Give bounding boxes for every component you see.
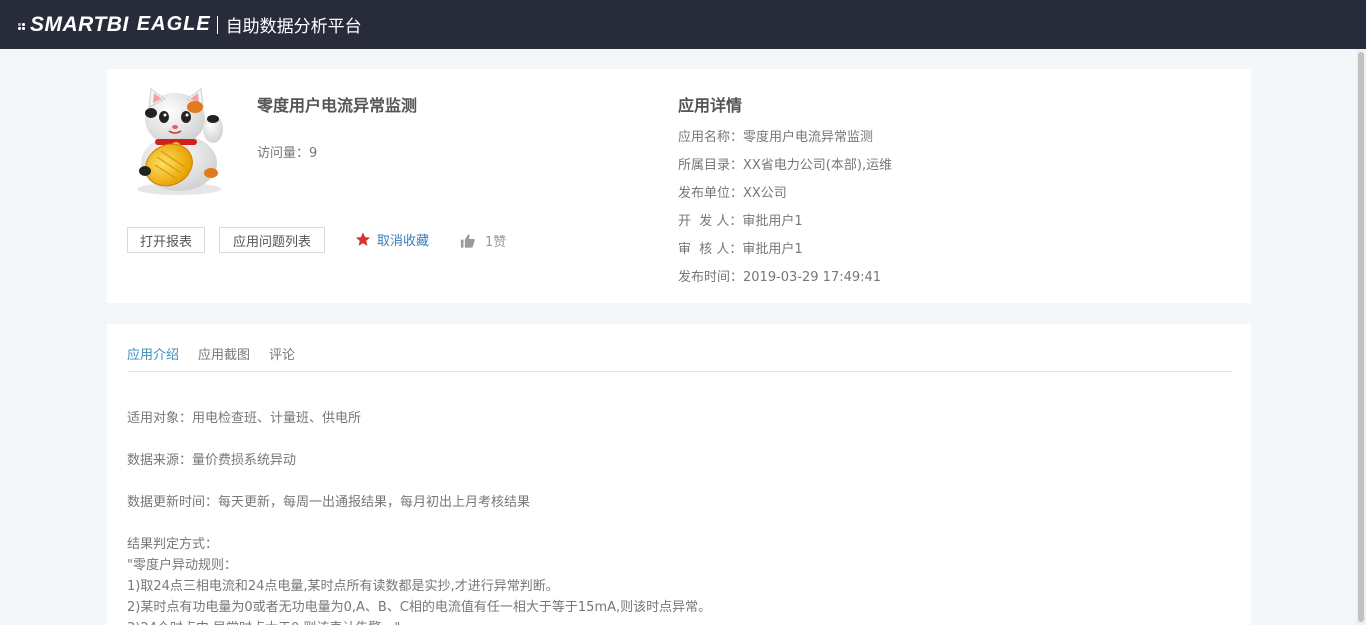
- visit-count: 访问量：9: [257, 146, 318, 161]
- tab-comments[interactable]: 评论: [269, 344, 295, 363]
- star-icon: [354, 231, 373, 249]
- unfavorite-label: 取消收藏: [377, 234, 430, 249]
- detail-publish-time: 发布时间：2019-03-29 17:49:41: [678, 270, 882, 285]
- intro-judgement-heading: 结果判定方式：: [127, 537, 219, 552]
- product-name: EAGLE: [136, 13, 211, 35]
- platform-title: 自助数据分析平台: [225, 17, 362, 37]
- brand-name: SMARTBI: [30, 12, 129, 36]
- logo-divider: [216, 15, 218, 34]
- lucky-cat-image: [127, 85, 231, 197]
- thumbs-up-icon: [459, 233, 479, 249]
- detail-publisher: 发布单位：XX公司: [678, 186, 787, 201]
- intro-rule-3: 3)24个时点中,异常时点大于0,则该表计告警。": [127, 617, 400, 625]
- tab-app-intro[interactable]: 应用介绍: [127, 344, 179, 363]
- tab-divider: [127, 371, 1232, 372]
- intro-data-source: 数据来源：量价费损系统异动: [127, 453, 297, 468]
- app-issues-button[interactable]: 应用问题列表: [219, 227, 325, 253]
- logo-dots-icon: [18, 18, 28, 32]
- scrollbar-thumb[interactable]: [1358, 52, 1364, 622]
- app-title: 零度用户电流异常监测: [257, 96, 418, 115]
- tab-app-screenshots[interactable]: 应用截图: [198, 344, 250, 363]
- logo[interactable]: SMARTBI EAGLE 自助数据分析平台: [18, 12, 362, 37]
- app-summary-card: 零度用户电流异常监测 访问量：9 打开报表 应用问题列表 取消收藏 1赞 应用详…: [107, 69, 1251, 303]
- detail-reviewer: 审 核 人：审批用户1: [678, 242, 803, 257]
- top-bar: SMARTBI EAGLE 自助数据分析平台: [0, 0, 1366, 49]
- intro-rule-1: 1)取24点三相电流和24点电量,某时点所有读数都是实抄,才进行异常判断。: [127, 579, 559, 594]
- detail-directory: 所属目录：XX省电力公司(本部),运维: [678, 158, 893, 173]
- detail-app-name: 应用名称：零度用户电流异常监测: [678, 130, 874, 145]
- intro-rule-2: 2)某时点有功电量为0或者无功电量为0,A、B、C相的电流值有任一相大于等于15…: [127, 600, 712, 615]
- vertical-scrollbar[interactable]: [1356, 49, 1366, 625]
- like-button[interactable]: 1赞: [459, 231, 506, 250]
- details-heading: 应用详情: [678, 96, 743, 115]
- open-report-button[interactable]: 打开报表: [127, 227, 205, 253]
- intro-target-users: 适用对象：用电检查班、计量班、供电所: [127, 411, 362, 426]
- intro-update-frequency: 数据更新时间：每天更新，每周一出通报结果，每月初出上月考核结果: [127, 495, 531, 510]
- detail-developer: 开 发 人：审批用户1: [678, 214, 803, 229]
- app-tabs-card: 应用介绍 应用截图 评论 适用对象：用电检查班、计量班、供电所 数据来源：量价费…: [107, 324, 1251, 625]
- intro-rule-title: "零度户异动规则：: [127, 558, 237, 573]
- tab-bar: 应用介绍 应用截图 评论: [127, 344, 314, 363]
- like-count: 1赞: [485, 235, 507, 250]
- unfavorite-button[interactable]: 取消收藏: [354, 230, 429, 249]
